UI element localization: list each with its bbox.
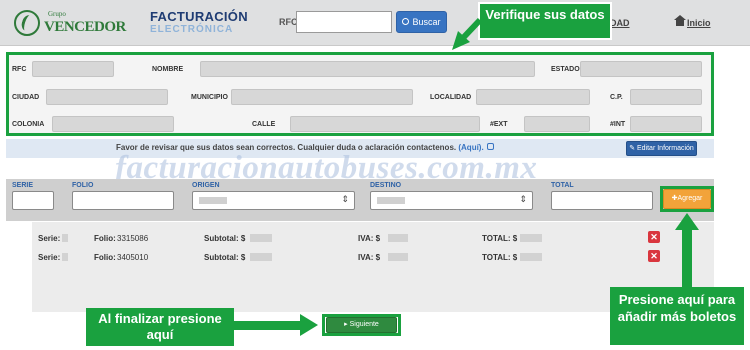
page: Grupo VENCEDOR FACTURACIÓN ELECTRÓNICA R… <box>0 0 750 350</box>
arrow-to-add-button <box>675 213 699 287</box>
annotation-arrows <box>234 17 699 336</box>
arrow-to-next-button <box>234 314 318 336</box>
arrow-to-data-panel <box>452 17 483 50</box>
